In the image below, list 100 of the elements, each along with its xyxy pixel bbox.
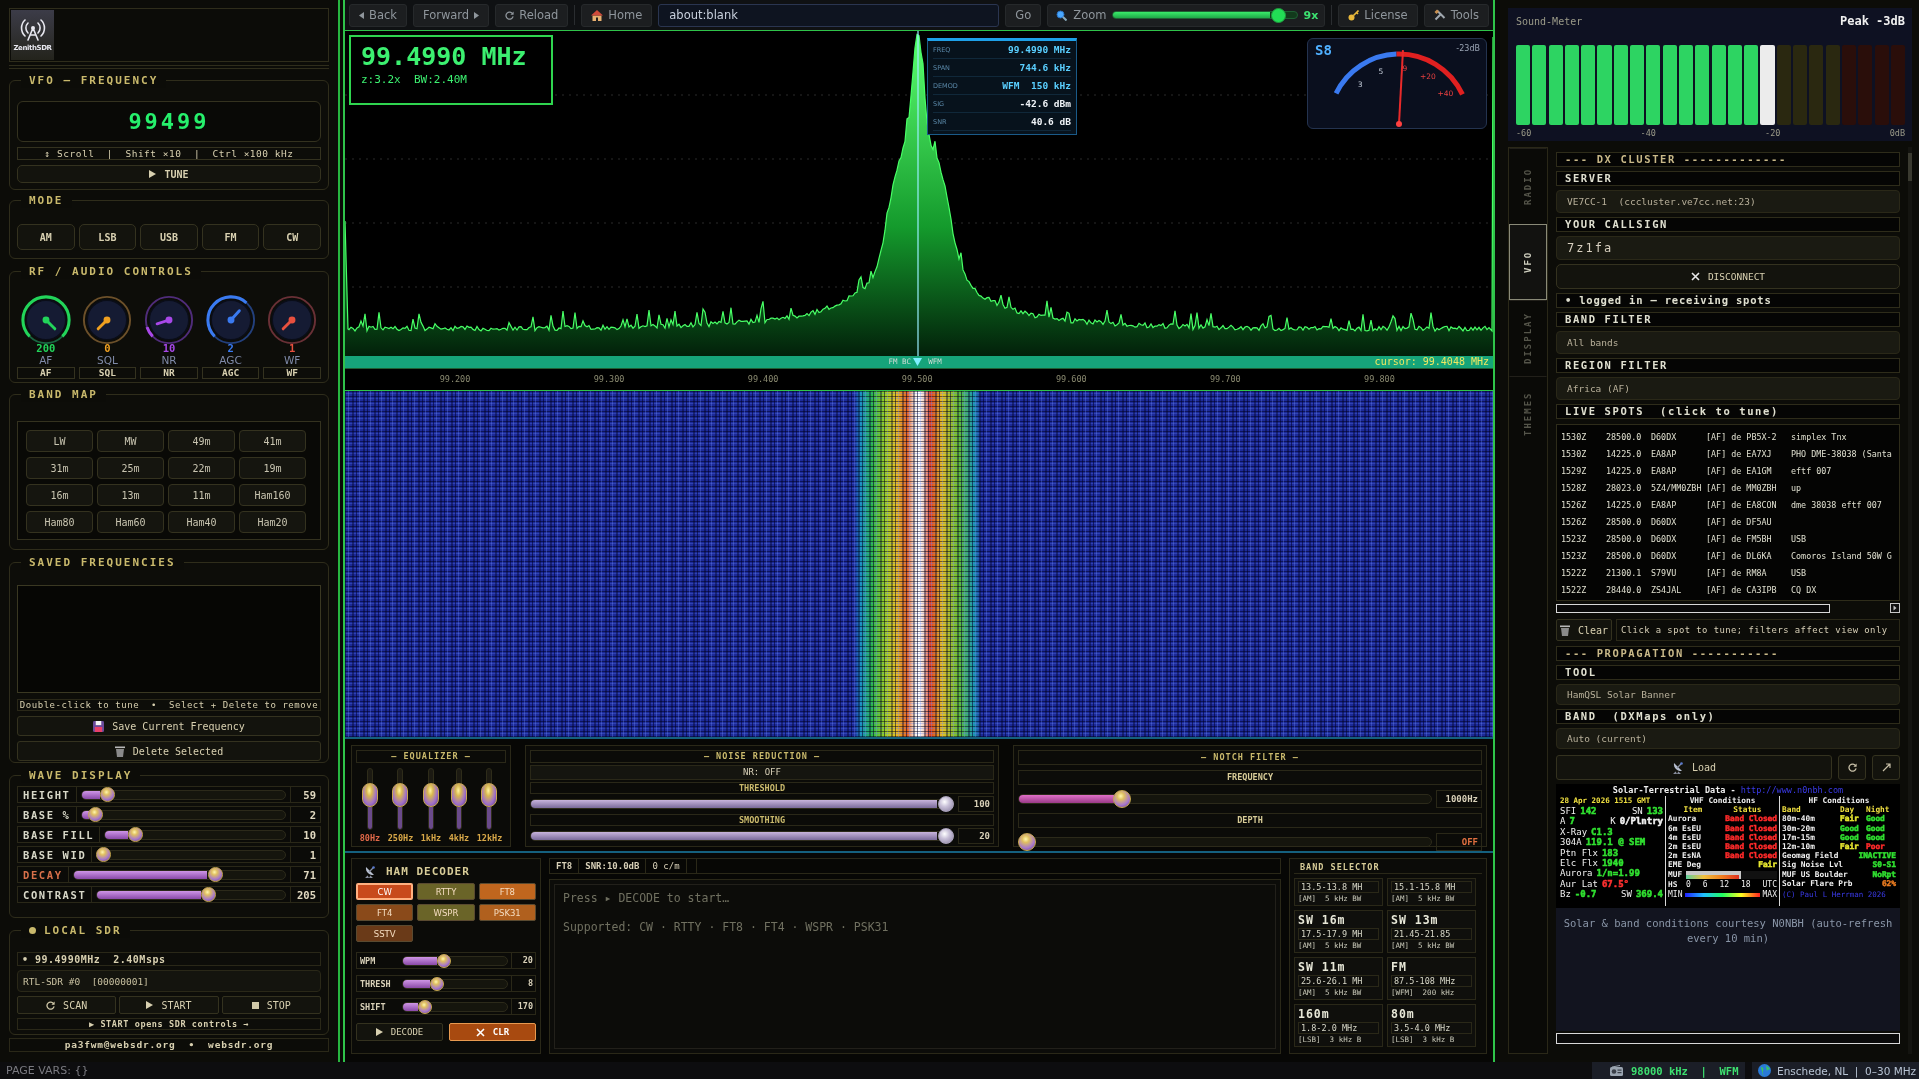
scrollbar[interactable] [1556,603,1830,613]
forward-button[interactable]: Forward [412,3,490,27]
load-button[interactable]: Load [1556,755,1832,780]
device-select[interactable]: RTL-SDR #0 [00000001] [17,970,321,992]
band-button[interactable]: 16m [26,484,93,506]
slider-thumb[interactable] [436,953,451,968]
band-button[interactable]: 22m [168,457,235,479]
scroll-arrow-icon[interactable] [1890,603,1900,613]
slider-thumb[interactable] [938,796,954,812]
mode-button[interactable]: USB [140,224,198,250]
save-button[interactable]: Save Current Frequency [17,716,321,736]
region-filter-select[interactable]: Africa (AF) [1556,377,1900,400]
disconnect-button[interactable]: DISCONNECT [1556,264,1900,289]
rotary-knob[interactable] [19,294,72,346]
mode-button[interactable]: AM [17,224,75,250]
band-button[interactable]: Ham60 [97,511,164,533]
delete-button[interactable]: Delete Selected [17,741,321,761]
eq-slider[interactable] [392,768,409,830]
back-button[interactable]: Back [349,3,407,27]
slider-track[interactable] [402,976,508,991]
band-button[interactable]: Ham80 [26,511,93,533]
band-button[interactable]: Ham20 [239,511,306,533]
eq-slider[interactable] [481,768,498,830]
data-value: 133 [1646,806,1663,817]
band-button[interactable]: 41m [239,430,306,452]
rotary-knob[interactable] [204,294,257,346]
rotary-knob[interactable] [266,294,319,346]
slider-track[interactable] [1018,790,1432,808]
decoder-mode-button[interactable]: CW [356,883,414,900]
decoder-mode-button[interactable]: PSK31 [478,904,536,921]
decode-button[interactable]: DECODE [356,1023,443,1041]
band-button[interactable]: LW [26,430,93,452]
rotary-knob[interactable] [143,294,195,346]
slider-thumb[interactable] [88,807,104,822]
band-button[interactable]: 13m [97,484,164,506]
tools-button[interactable]: Tools [1423,3,1489,27]
home-button[interactable]: Home [581,3,653,27]
decoder-mode-button[interactable]: FT4 [356,904,414,921]
slider-thumb[interactable] [96,847,112,862]
band-button[interactable]: 11m [168,484,235,506]
slider-track[interactable] [1018,833,1432,851]
slider-thumb[interactable] [361,783,378,808]
slider-thumb[interactable] [450,783,467,808]
band-button[interactable]: 25m [97,457,164,479]
open-external-button[interactable] [1872,755,1900,780]
rotary-knob[interactable] [81,294,134,346]
band-button[interactable]: 49m [168,430,235,452]
eq-slider[interactable] [361,768,378,830]
eq-label: 4kHz [448,833,470,843]
zoom-label: Zoom [1073,8,1107,22]
tune-button[interactable]: TUNE [17,165,321,183]
slider-thumb[interactable] [481,783,498,808]
slider-thumb[interactable] [429,976,444,991]
band-button[interactable]: Ham40 [168,511,235,533]
stop-button[interactable]: STOP [221,996,321,1014]
clear-button[interactable]: Clear [1556,619,1612,641]
slider-value: 71 [290,867,320,882]
band-select[interactable]: Auto (current) [1556,728,1900,749]
zoom-slider[interactable] [1112,7,1298,23]
slider-track[interactable] [530,828,954,844]
slider-thumb[interactable] [392,783,409,808]
band-button[interactable]: MW [97,430,164,452]
decoder-mode-button[interactable]: SSTV [356,925,414,942]
spot-comment: eftf 007 [1791,465,1832,476]
license-button[interactable]: License [1338,3,1418,27]
mode-button[interactable]: FM [201,224,260,250]
server-select[interactable]: VE7CC-1 (cccluster.ve7cc.net:23) [1556,190,1900,213]
slider-track[interactable] [402,953,508,968]
side-tab[interactable]: VFO [1509,224,1547,300]
slider-thumb[interactable] [938,828,954,844]
mode-button[interactable]: CW [263,224,321,250]
go-button[interactable]: Go [1005,3,1042,27]
spot-time: 1526Z [1561,499,1588,510]
scan-button[interactable]: SCAN [17,996,117,1014]
footer-links[interactable]: pa3fwm@websdr.org • websdr.org [9,1038,329,1052]
eq-slider[interactable] [423,768,439,830]
mode-button[interactable]: LSB [78,224,137,250]
slider-thumb[interactable] [1113,790,1132,808]
url-field[interactable]: about:blank [658,3,1000,27]
slider-track[interactable] [530,796,954,812]
tool-select[interactable]: HamQSL Solar Banner [1556,684,1900,705]
clear-button[interactable]: CLR [449,1023,536,1041]
band-button[interactable]: 31m [26,457,93,479]
slider-thumb[interactable] [1270,7,1286,23]
decoder-mode-button[interactable]: RTTY [417,883,475,900]
slider-track[interactable] [402,999,508,1014]
reload-button[interactable]: Reload [495,3,569,27]
band-button[interactable]: 19m [239,457,306,479]
slider-thumb[interactable] [417,999,432,1014]
eq-slider[interactable] [450,768,467,830]
slider-thumb[interactable] [201,887,217,902]
decoder-mode-button[interactable]: WSPR [417,904,475,921]
scrollbar[interactable] [1556,1033,1900,1044]
start-button[interactable]: START [119,996,219,1014]
slider-thumb[interactable] [423,783,439,808]
band-button[interactable]: Ham160 [239,484,306,506]
callsign-field[interactable]: 7z1fa [1556,236,1900,260]
refresh-button[interactable] [1838,755,1866,780]
band-filter-select[interactable]: All bands [1556,331,1900,354]
slider-thumb[interactable] [1018,833,1036,851]
